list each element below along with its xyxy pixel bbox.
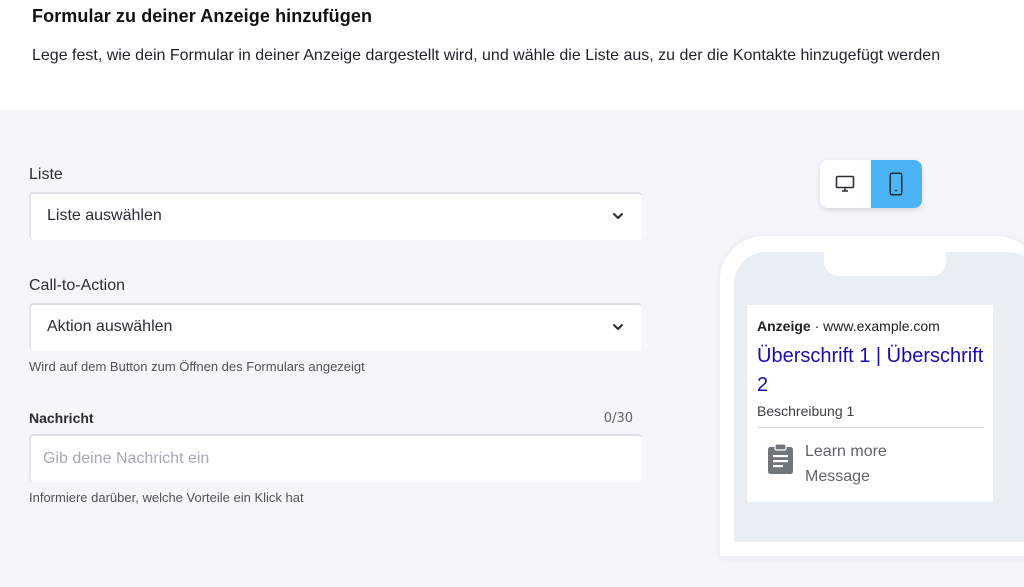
message-input-placeholder: Gib deine Nachricht ein (43, 450, 210, 467)
ad-label: Anzeige (757, 318, 811, 334)
clipboard-icon (768, 443, 793, 474)
ad-description: Beschreibung 1 (757, 403, 855, 419)
message-hint: Informiere darüber, welche Vorteile ein … (29, 490, 304, 505)
list-select[interactable]: Liste auswählen (29, 192, 642, 240)
ad-cta-line1: Learn more (805, 443, 887, 460)
ad-headline[interactable]: Überschrift 1 | Überschrift 2 (757, 342, 987, 400)
mobile-icon (889, 172, 903, 196)
cta-select-value: Aktion auswählen (47, 318, 173, 335)
ad-cta-line2: Message (805, 468, 870, 485)
ad-meta-line: Anzeige · www.example.com (757, 318, 940, 334)
header: Formular zu deiner Anzeige hinzufügen Le… (0, 0, 1024, 110)
page-title: Formular zu deiner Anzeige hinzufügen (32, 6, 373, 26)
ad-separator: · (814, 318, 820, 334)
message-input[interactable]: Gib deine Nachricht ein (29, 434, 642, 482)
device-toggle (820, 160, 922, 208)
phone-screen: Anzeige · www.example.com Überschrift 1 … (734, 252, 1024, 542)
chevron-down-icon (613, 213, 623, 219)
message-char-counter: 0/30 (603, 411, 633, 426)
ad-preview-card: Anzeige · www.example.com Überschrift 1 … (747, 305, 993, 502)
list-label: Liste (29, 166, 63, 183)
cta-label: Call-to-Action (29, 277, 126, 294)
chevron-down-icon (613, 324, 623, 330)
cta-select[interactable]: Aktion auswählen (29, 303, 642, 351)
cta-hint: Wird auf dem Button zum Öffnen des Formu… (29, 359, 365, 374)
ad-cta[interactable]: Learn more Message (805, 439, 887, 489)
phone-notch (824, 252, 946, 276)
phone-preview: Anzeige · www.example.com Überschrift 1 … (720, 236, 1024, 556)
ad-url: www.example.com (823, 318, 940, 334)
list-select-value: Liste auswählen (47, 207, 162, 224)
desktop-view-button[interactable] (820, 160, 871, 208)
mobile-view-button[interactable] (871, 160, 922, 208)
message-label: Nachricht (29, 410, 94, 426)
page-subtitle: Lege fest, wie dein Formular in deiner A… (32, 47, 941, 64)
ad-divider (757, 427, 984, 428)
desktop-icon (835, 175, 855, 192)
